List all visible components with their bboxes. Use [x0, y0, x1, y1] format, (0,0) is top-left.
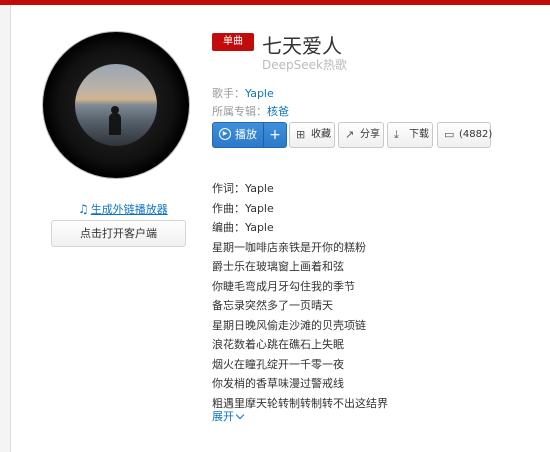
comments-count: (4882)	[459, 129, 493, 140]
collect-label: 收藏	[311, 129, 331, 140]
lyric-line: 爵士乐在玻璃窗上画着和弦	[212, 260, 344, 273]
album-cover	[43, 32, 189, 178]
singer-row: 歌手：Yaple	[212, 85, 274, 101]
play-button[interactable]: ▶ 播放	[212, 122, 264, 148]
share-label: 分享	[360, 129, 380, 140]
folder-plus-icon: ⊞	[296, 128, 306, 141]
expand-lyrics-link[interactable]: 展开	[212, 408, 245, 424]
album-label: 所属专辑：	[212, 105, 267, 118]
open-client-button[interactable]: 点击打开客户端	[51, 220, 186, 247]
play-label: 播放	[235, 128, 257, 141]
share-icon: ↗	[345, 128, 355, 141]
lyrics-block: 作词：Yaple 作曲：Yaple 编曲：Yaple 星期一咖啡店亲铁是开你的糕…	[212, 179, 388, 413]
person-silhouette	[109, 113, 121, 135]
lyric-line: 你发梢的香草味漫过警戒线	[212, 377, 344, 390]
lyric-line: 星期日晚风偷走沙滩的贝壳项链	[212, 318, 366, 332]
comment-icon: ▭	[444, 128, 455, 141]
external-player-link[interactable]: ♫ 生成外链播放器	[78, 201, 168, 217]
play-circle-icon: ▶	[219, 128, 231, 140]
album-row: 所属专辑：核爸	[212, 103, 289, 119]
comments-button[interactable]: ▭ (4882)	[437, 122, 493, 148]
lyric-line: 烟火在瞳孔绽开一千零一夜	[212, 357, 344, 371]
add-to-playlist-button[interactable]: +	[263, 122, 287, 148]
lyric-line: 你睫毛弯成月牙勾住我的季节	[212, 279, 355, 293]
collect-button[interactable]: ⊞ 收藏	[289, 122, 335, 148]
lyric-line: 备忘录突然多了一页晴天	[212, 299, 333, 312]
singer-link[interactable]: Yaple	[245, 87, 274, 100]
song-subtitle: DeepSeek热歌	[262, 58, 347, 72]
download-label: 下载	[409, 129, 429, 140]
single-badge: 单曲	[212, 33, 254, 51]
external-player-label: 生成外链播放器	[90, 203, 168, 216]
lyric-line: 编曲：Yaple	[212, 221, 274, 234]
music-note-icon: ♫	[78, 202, 89, 216]
lyric-line: 星期一咖啡店亲铁是开你的糕粉	[212, 240, 366, 254]
lyric-line: 作曲：Yaple	[212, 201, 274, 215]
chevron-down-icon	[235, 410, 245, 420]
song-detail-panel: ♫ 生成外链播放器 点击打开客户端 单曲 七天爱人 DeepSeek热歌 歌手：Y…	[10, 5, 550, 452]
song-title: 七天爱人	[262, 34, 342, 58]
singer-label: 歌手：	[212, 87, 245, 100]
download-icon: ⤓	[394, 128, 399, 141]
lyric-line: 浪花数着心跳在礁石上失眠	[212, 338, 344, 351]
share-button[interactable]: ↗ 分享	[338, 122, 384, 148]
download-button[interactable]: ⤓ 下载	[387, 122, 433, 148]
album-link[interactable]: 核爸	[267, 105, 289, 118]
cover-photo	[75, 64, 157, 146]
lyric-line: 作词：Yaple	[212, 182, 274, 195]
expand-label: 展开	[212, 410, 234, 423]
